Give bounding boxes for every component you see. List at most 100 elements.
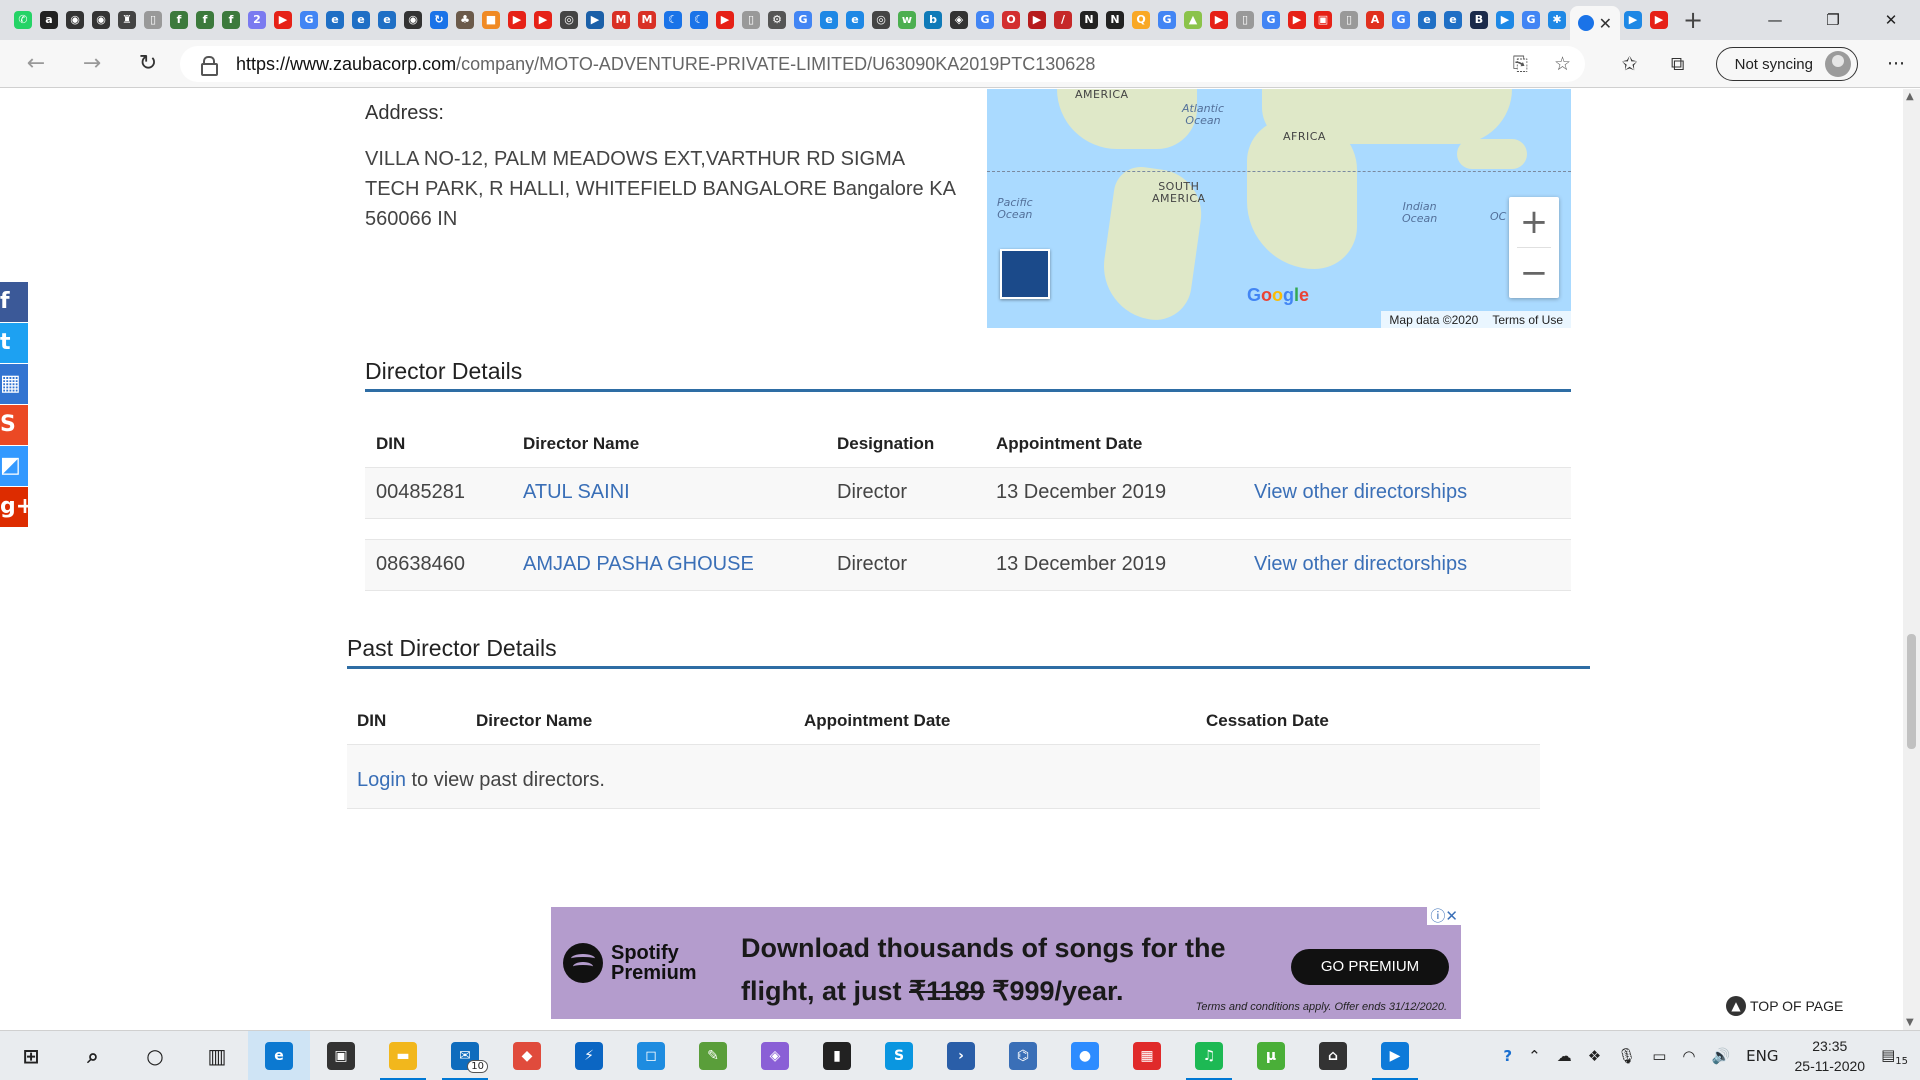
w3-icon[interactable]: w <box>894 7 920 33</box>
youtube-icon[interactable]: ▶ <box>530 7 556 33</box>
youtube-icon[interactable]: ▶ <box>1284 7 1310 33</box>
search-icon[interactable]: Q <box>1128 7 1154 33</box>
github-icon[interactable]: ◉ <box>400 7 426 33</box>
calc-icon[interactable]: f <box>218 7 244 33</box>
refresh-icon[interactable]: ↻ <box>128 44 168 84</box>
media-player-icon[interactable]: ▶ <box>1364 1031 1426 1080</box>
restore-icon[interactable]: ❐ <box>1804 0 1862 40</box>
top-of-page-link[interactable]: ▲ TOP OF PAGE <box>1726 996 1843 1016</box>
notion-icon[interactable]: N <box>1102 7 1128 33</box>
amazon-icon[interactable]: a <box>36 7 62 33</box>
edge-icon[interactable]: e <box>816 7 842 33</box>
edge-legacy-icon[interactable]: e <box>348 7 374 33</box>
youtube-icon[interactable]: ▶ <box>504 7 530 33</box>
terminal-icon[interactable]: ▮ <box>806 1031 868 1080</box>
search-icon[interactable]: ⌕ <box>62 1031 124 1080</box>
spotify-icon[interactable]: ♫ <box>1178 1031 1240 1080</box>
scrollbar-thumb[interactable] <box>1907 634 1916 749</box>
gmail-icon[interactable]: M <box>634 7 660 33</box>
sync-icon[interactable]: ↻ <box>426 7 452 33</box>
read-aloud-icon[interactable]: ⎘ <box>1513 53 1528 75</box>
calc-icon[interactable]: f <box>166 7 192 33</box>
director-name-link[interactable]: ATUL SAINI <box>523 481 630 504</box>
opera-icon[interactable]: O <box>998 7 1024 33</box>
google-icon[interactable]: G <box>972 7 998 33</box>
collections-icon[interactable]: ⧉ <box>1654 53 1702 75</box>
youtube-icon[interactable]: ▶ <box>1024 7 1050 33</box>
youtube-icon[interactable]: ▶ <box>1206 7 1232 33</box>
help-icon[interactable]: ? <box>1503 1047 1512 1065</box>
slash-icon[interactable]: / <box>1050 7 1076 33</box>
back-icon[interactable]: ← <box>16 44 56 84</box>
network-icon[interactable]: ⌬ <box>992 1031 1054 1080</box>
battery-icon[interactable]: ▭ <box>1652 1047 1666 1065</box>
facebook-icon[interactable]: f <box>0 282 28 322</box>
delicious-icon[interactable]: ▦ <box>0 364 28 404</box>
play-icon[interactable]: ▶ <box>582 7 608 33</box>
dropbox-icon[interactable]: ❖ <box>1588 1047 1601 1065</box>
scroll-up-icon[interactable]: ▲ <box>1906 91 1914 102</box>
page-icon[interactable]: ▯ <box>738 7 764 33</box>
forward-icon[interactable]: → <box>72 44 112 84</box>
youtube-icon[interactable]: ▶ <box>1646 7 1672 33</box>
cortana-icon[interactable]: ○ <box>124 1031 186 1080</box>
notifications-icon[interactable]: ▤15 <box>1881 1046 1908 1067</box>
favorites-icon[interactable]: ✩ <box>1606 53 1654 75</box>
zoom-icon[interactable]: ● <box>1054 1031 1116 1080</box>
chrome-icon[interactable]: ◎ <box>556 7 582 33</box>
stumbleupon-icon[interactable]: S <box>0 405 28 445</box>
acrobat-icon[interactable]: A <box>1362 7 1388 33</box>
notepad-icon[interactable]: ✎ <box>682 1031 744 1080</box>
edge-icon[interactable]: e <box>248 1030 310 1080</box>
edge-legacy-icon[interactable]: e <box>1414 7 1440 33</box>
microphone-icon[interactable]: 🎙 <box>1617 1047 1636 1065</box>
spotify-ad[interactable]: Spotify Premium Download thousands of so… <box>551 907 1461 1019</box>
box-icon[interactable]: ■ <box>478 7 504 33</box>
google-icon[interactable]: G <box>1154 7 1180 33</box>
wifi-icon[interactable]: ◠ <box>1682 1047 1695 1065</box>
gmail-icon[interactable]: M <box>608 7 634 33</box>
page-icon[interactable]: ▯ <box>1336 7 1362 33</box>
google-icon[interactable]: G <box>1258 7 1284 33</box>
page-scrollbar[interactable]: ▲ ▼ <box>1903 89 1920 1030</box>
menu-icon[interactable]: ··· <box>1872 53 1920 75</box>
close-window-icon[interactable]: ✕ <box>1862 0 1920 40</box>
google-icon[interactable]: G <box>296 7 322 33</box>
map-terms-link[interactable]: Terms of Use <box>1492 313 1563 327</box>
chrome-icon[interactable]: ◎ <box>868 7 894 33</box>
moon-icon[interactable]: ☾ <box>660 7 686 33</box>
youtube-icon[interactable]: ▶ <box>712 7 738 33</box>
edge-icon[interactable]: e <box>842 7 868 33</box>
video-icon[interactable]: ▣ <box>1310 7 1336 33</box>
show-hidden-icons-icon[interactable]: ⌃ <box>1528 1047 1541 1065</box>
task-view-icon[interactable]: ▥ <box>186 1031 248 1080</box>
app-icon[interactable]: ⌂ <box>1302 1031 1364 1080</box>
login-link[interactable]: Login <box>357 769 406 791</box>
scroll-down-icon[interactable]: ▼ <box>1906 1017 1914 1028</box>
clock[interactable]: 23:35 25-11-2020 <box>1795 1036 1866 1076</box>
bird-icon[interactable]: ♣ <box>452 7 478 33</box>
calendar-app-icon[interactable]: ▦ <box>1116 1031 1178 1080</box>
google-icon[interactable]: G <box>1388 7 1414 33</box>
lock-icon[interactable] <box>200 56 218 76</box>
edge-legacy-icon[interactable]: e <box>374 7 400 33</box>
windows-start-icon[interactable]: ⊞ <box>0 1031 62 1080</box>
calc-icon[interactable]: f <box>192 7 218 33</box>
git-icon[interactable]: ◆ <box>496 1031 558 1080</box>
whatsapp-icon[interactable]: ✆ <box>10 7 36 33</box>
utorrent-icon[interactable]: µ <box>1240 1031 1302 1080</box>
powershell-icon[interactable]: ⚡ <box>558 1031 620 1080</box>
favorite-star-icon[interactable]: ☆ <box>1554 53 1571 75</box>
address-bar[interactable]: https://www.zaubacorp.com/company/MOTO-A… <box>180 46 1585 82</box>
google-icon[interactable]: G <box>1518 7 1544 33</box>
diamond-app-icon[interactable]: ◈ <box>744 1031 806 1080</box>
diamond-icon[interactable]: ◈ <box>946 7 972 33</box>
github-icon[interactable]: ◉ <box>62 7 88 33</box>
page-icon[interactable]: ▯ <box>140 7 166 33</box>
view-directorships-link[interactable]: View other directorships <box>1254 553 1467 576</box>
2min-icon[interactable]: 2 <box>244 7 270 33</box>
ad-close-icon[interactable]: ⓘ✕ <box>1427 907 1461 925</box>
mail-icon[interactable]: ✉ 10 <box>434 1031 496 1080</box>
media-icon[interactable]: ▶ <box>1492 7 1518 33</box>
director-name-link[interactable]: AMJAD PASHA GHOUSE <box>523 553 754 576</box>
